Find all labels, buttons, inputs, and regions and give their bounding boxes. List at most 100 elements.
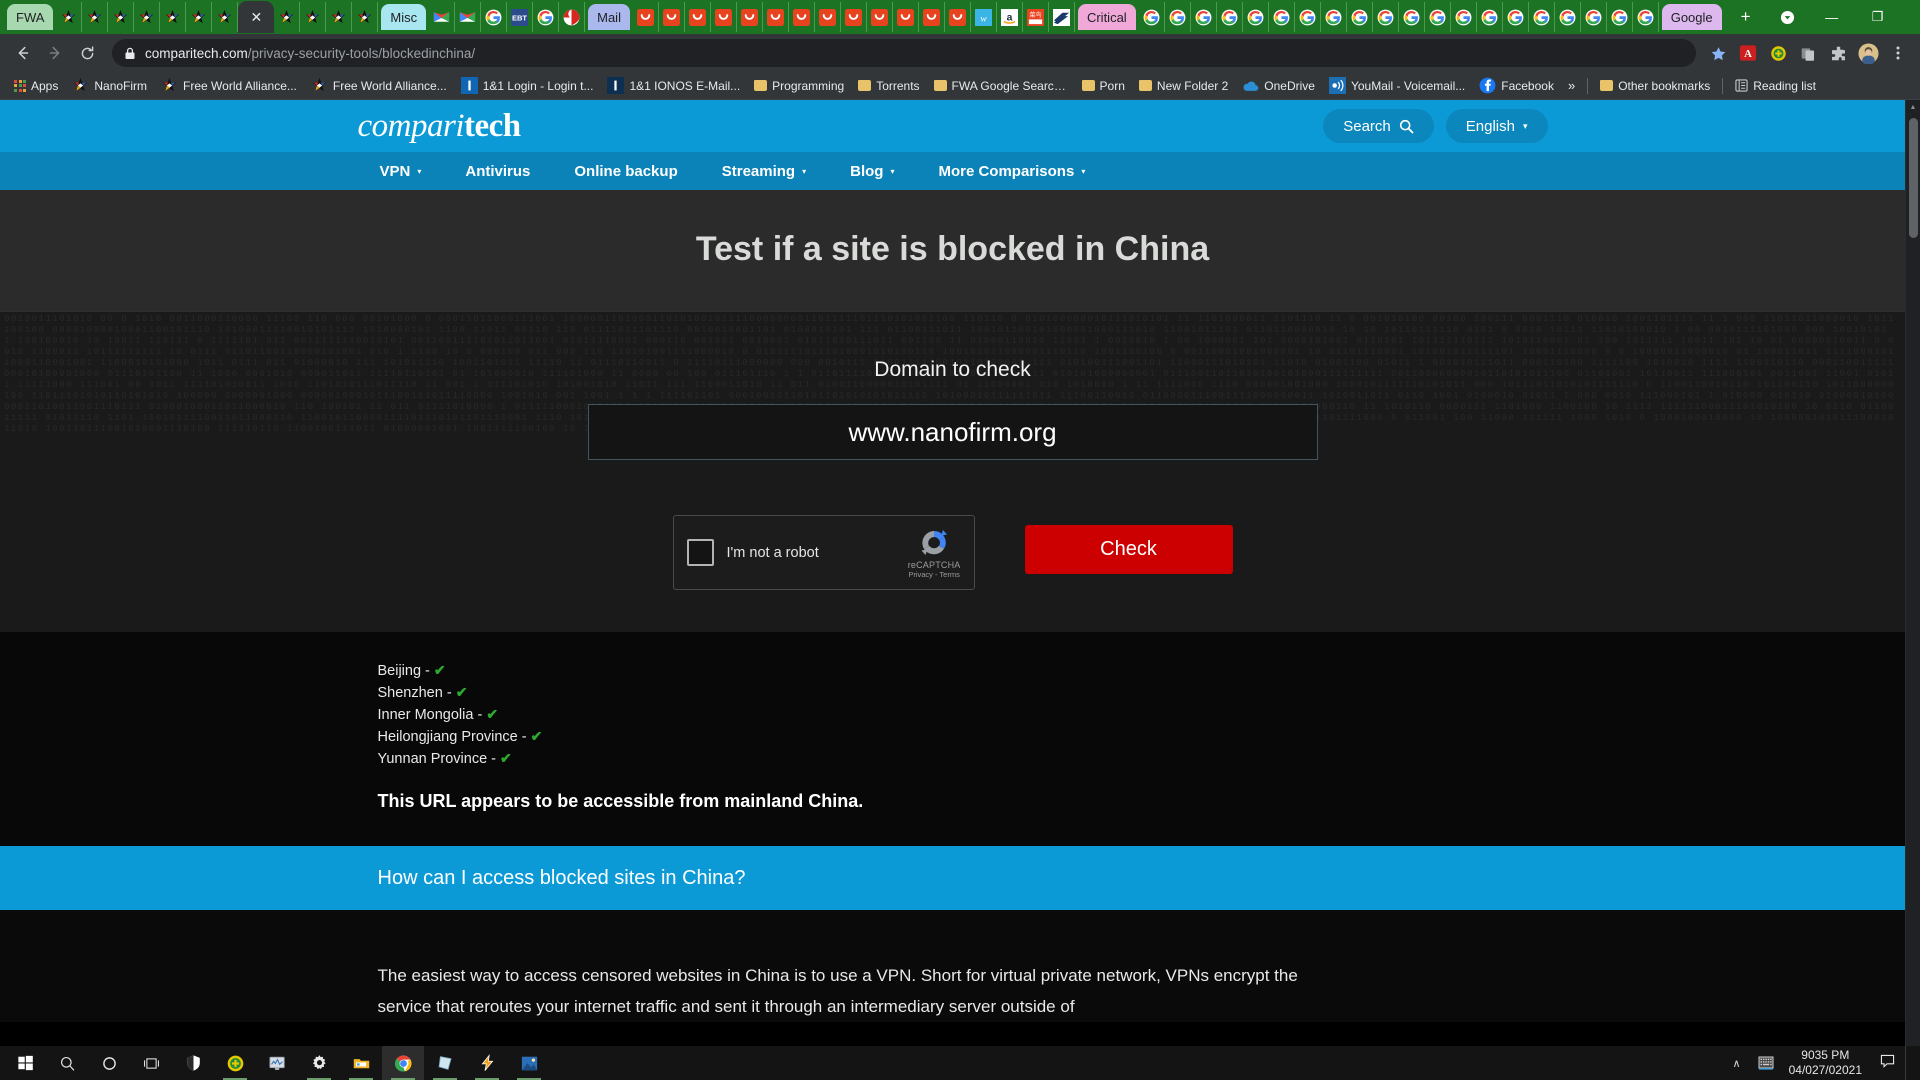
tab-18[interactable] xyxy=(533,2,559,32)
tab-12[interactable] xyxy=(352,2,378,32)
tab-google[interactable]: Google xyxy=(1662,4,1722,30)
tab-55[interactable] xyxy=(1555,2,1581,32)
tab-34[interactable]: w xyxy=(971,2,997,32)
chrome-menu-icon[interactable] xyxy=(1884,39,1912,67)
address-bar[interactable]: comparitech.com/privacy-security-tools/b… xyxy=(112,39,1696,67)
bookmark-apps[interactable]: Apps xyxy=(7,76,65,96)
tab-44[interactable] xyxy=(1269,2,1295,32)
bookmark-youmail-voicemail[interactable]: YouMail - Voicemail... xyxy=(1322,74,1472,97)
tab-43[interactable] xyxy=(1243,2,1269,32)
faq-heading-bar[interactable]: How can I access blocked sites in China? xyxy=(0,846,1905,910)
notification-icon[interactable] xyxy=(1870,1054,1905,1073)
bookmark-programming[interactable]: Programming xyxy=(747,76,851,96)
bookmark-torrents[interactable]: Torrents xyxy=(851,76,926,96)
tab-48[interactable] xyxy=(1373,2,1399,32)
bookmark-1-1-ionos-e-mail[interactable]: 1&1 IONOS E-Mail... xyxy=(600,74,747,97)
tab-15[interactable] xyxy=(455,2,481,32)
taskbar-chrome[interactable] xyxy=(382,1046,424,1080)
tab-28[interactable] xyxy=(815,2,841,32)
recaptcha-legal-links[interactable]: Privacy - Terms xyxy=(908,570,961,579)
new-tab-button[interactable]: + xyxy=(1725,0,1767,34)
taskbar-file-explorer[interactable] xyxy=(340,1046,382,1080)
bookmark-new-folder-2[interactable]: New Folder 2 xyxy=(1132,76,1235,96)
nav-item-more-comparisons[interactable]: More Comparisons ▾ xyxy=(916,152,1107,190)
tab-2[interactable] xyxy=(82,2,108,32)
taskbar-task-view[interactable] xyxy=(130,1046,172,1080)
tab-8[interactable]: ✕ xyxy=(238,1,274,33)
scroll-up-arrow[interactable]: ▲ xyxy=(1906,100,1920,115)
taskbar-antivirus-shield[interactable] xyxy=(214,1046,256,1080)
tab-30[interactable] xyxy=(867,2,893,32)
taskbar-windows-start[interactable] xyxy=(4,1046,46,1080)
tab-10[interactable] xyxy=(300,2,326,32)
tab-50[interactable] xyxy=(1425,2,1451,32)
tab-54[interactable] xyxy=(1529,2,1555,32)
bookmark-star-icon[interactable] xyxy=(1704,39,1732,67)
tab-21[interactable] xyxy=(633,2,659,32)
bookmark-free-world-alliance[interactable]: Free World Alliance... xyxy=(154,74,304,97)
tab-misc[interactable]: Misc xyxy=(381,4,426,30)
reading-list-button[interactable]: Reading list xyxy=(1728,76,1823,96)
tab-29[interactable] xyxy=(841,2,867,32)
tab-17[interactable]: EBT xyxy=(507,2,533,32)
profile-avatar-icon[interactable] xyxy=(1854,39,1882,67)
tab-23[interactable] xyxy=(685,2,711,32)
tab-9[interactable] xyxy=(274,2,300,32)
extensions-puzzle-icon[interactable] xyxy=(1824,39,1852,67)
tab-33[interactable] xyxy=(945,2,971,32)
bookmark-nanofirm[interactable]: NanoFirm xyxy=(65,74,154,97)
show-desktop-button[interactable] xyxy=(1905,1046,1912,1080)
adobe-acrobat-icon[interactable]: A xyxy=(1734,39,1762,67)
recaptcha-widget[interactable]: I'm not a robot reCAPTCHA Privacy - Term… xyxy=(673,515,975,590)
tab-27[interactable] xyxy=(789,2,815,32)
tab-fwa[interactable]: FWA xyxy=(7,4,53,30)
tab-14[interactable] xyxy=(429,2,455,32)
taskbar-cortana[interactable] xyxy=(88,1046,130,1080)
tab-1[interactable] xyxy=(56,2,82,32)
tab-24[interactable] xyxy=(711,2,737,32)
language-selector[interactable]: English ▾ xyxy=(1446,109,1548,143)
other-bookmarks-button[interactable]: Other bookmarks xyxy=(1593,76,1717,96)
nav-item-vpn[interactable]: VPN ▾ xyxy=(358,152,444,190)
tab-56[interactable] xyxy=(1581,2,1607,32)
scrollbar-thumb[interactable] xyxy=(1909,118,1918,238)
minimize-button[interactable]: — xyxy=(1809,0,1855,34)
close-window-button[interactable]: ✕ xyxy=(1901,0,1920,34)
tab-6[interactable] xyxy=(186,2,212,32)
maximize-button[interactable]: ❐ xyxy=(1855,0,1901,34)
tray-expand-chevron-icon[interactable]: ∧ xyxy=(1723,1057,1751,1070)
taskbar-photos[interactable] xyxy=(508,1046,550,1080)
tab-11[interactable] xyxy=(326,2,352,32)
taskbar-settings-gear[interactable] xyxy=(298,1046,340,1080)
taskbar-winamp[interactable] xyxy=(466,1046,508,1080)
reload-button[interactable] xyxy=(72,38,102,68)
bookmarks-overflow-button[interactable]: » xyxy=(1561,75,1582,96)
nav-item-antivirus[interactable]: Antivirus xyxy=(443,152,552,190)
nav-item-streaming[interactable]: Streaming ▾ xyxy=(700,152,828,190)
tab-19[interactable] xyxy=(559,2,585,32)
forward-button[interactable] xyxy=(40,38,70,68)
domain-input[interactable] xyxy=(588,404,1318,460)
taskbar-system-monitor[interactable] xyxy=(256,1046,298,1080)
tab-25[interactable] xyxy=(737,2,763,32)
bookmark-free-world-alliance[interactable]: Free World Alliance... xyxy=(304,74,454,97)
taskbar-clock[interactable]: 9035 PM 04/027/02021 xyxy=(1781,1048,1870,1078)
tab-51[interactable] xyxy=(1451,2,1477,32)
bookmark-fwa-google-search[interactable]: FWA Google Search... xyxy=(927,76,1075,96)
tab-39[interactable] xyxy=(1139,2,1165,32)
tab-53[interactable] xyxy=(1503,2,1529,32)
tab-40[interactable] xyxy=(1165,2,1191,32)
tab-7[interactable] xyxy=(212,2,238,32)
tab-42[interactable] xyxy=(1217,2,1243,32)
tab-critical[interactable]: Critical xyxy=(1078,4,1136,30)
keyboard-icon[interactable] xyxy=(1751,1046,1781,1080)
bookmark-porn[interactable]: Porn xyxy=(1075,76,1132,96)
tab-3[interactable] xyxy=(108,2,134,32)
tab-32[interactable] xyxy=(919,2,945,32)
tab-22[interactable] xyxy=(659,2,685,32)
comparitech-logo[interactable]: comparitech xyxy=(358,108,521,145)
tab-47[interactable] xyxy=(1347,2,1373,32)
page-scrollbar[interactable]: ▲ xyxy=(1905,100,1920,1046)
tab-49[interactable] xyxy=(1399,2,1425,32)
bookmark-onedrive[interactable]: OneDrive xyxy=(1235,74,1322,97)
